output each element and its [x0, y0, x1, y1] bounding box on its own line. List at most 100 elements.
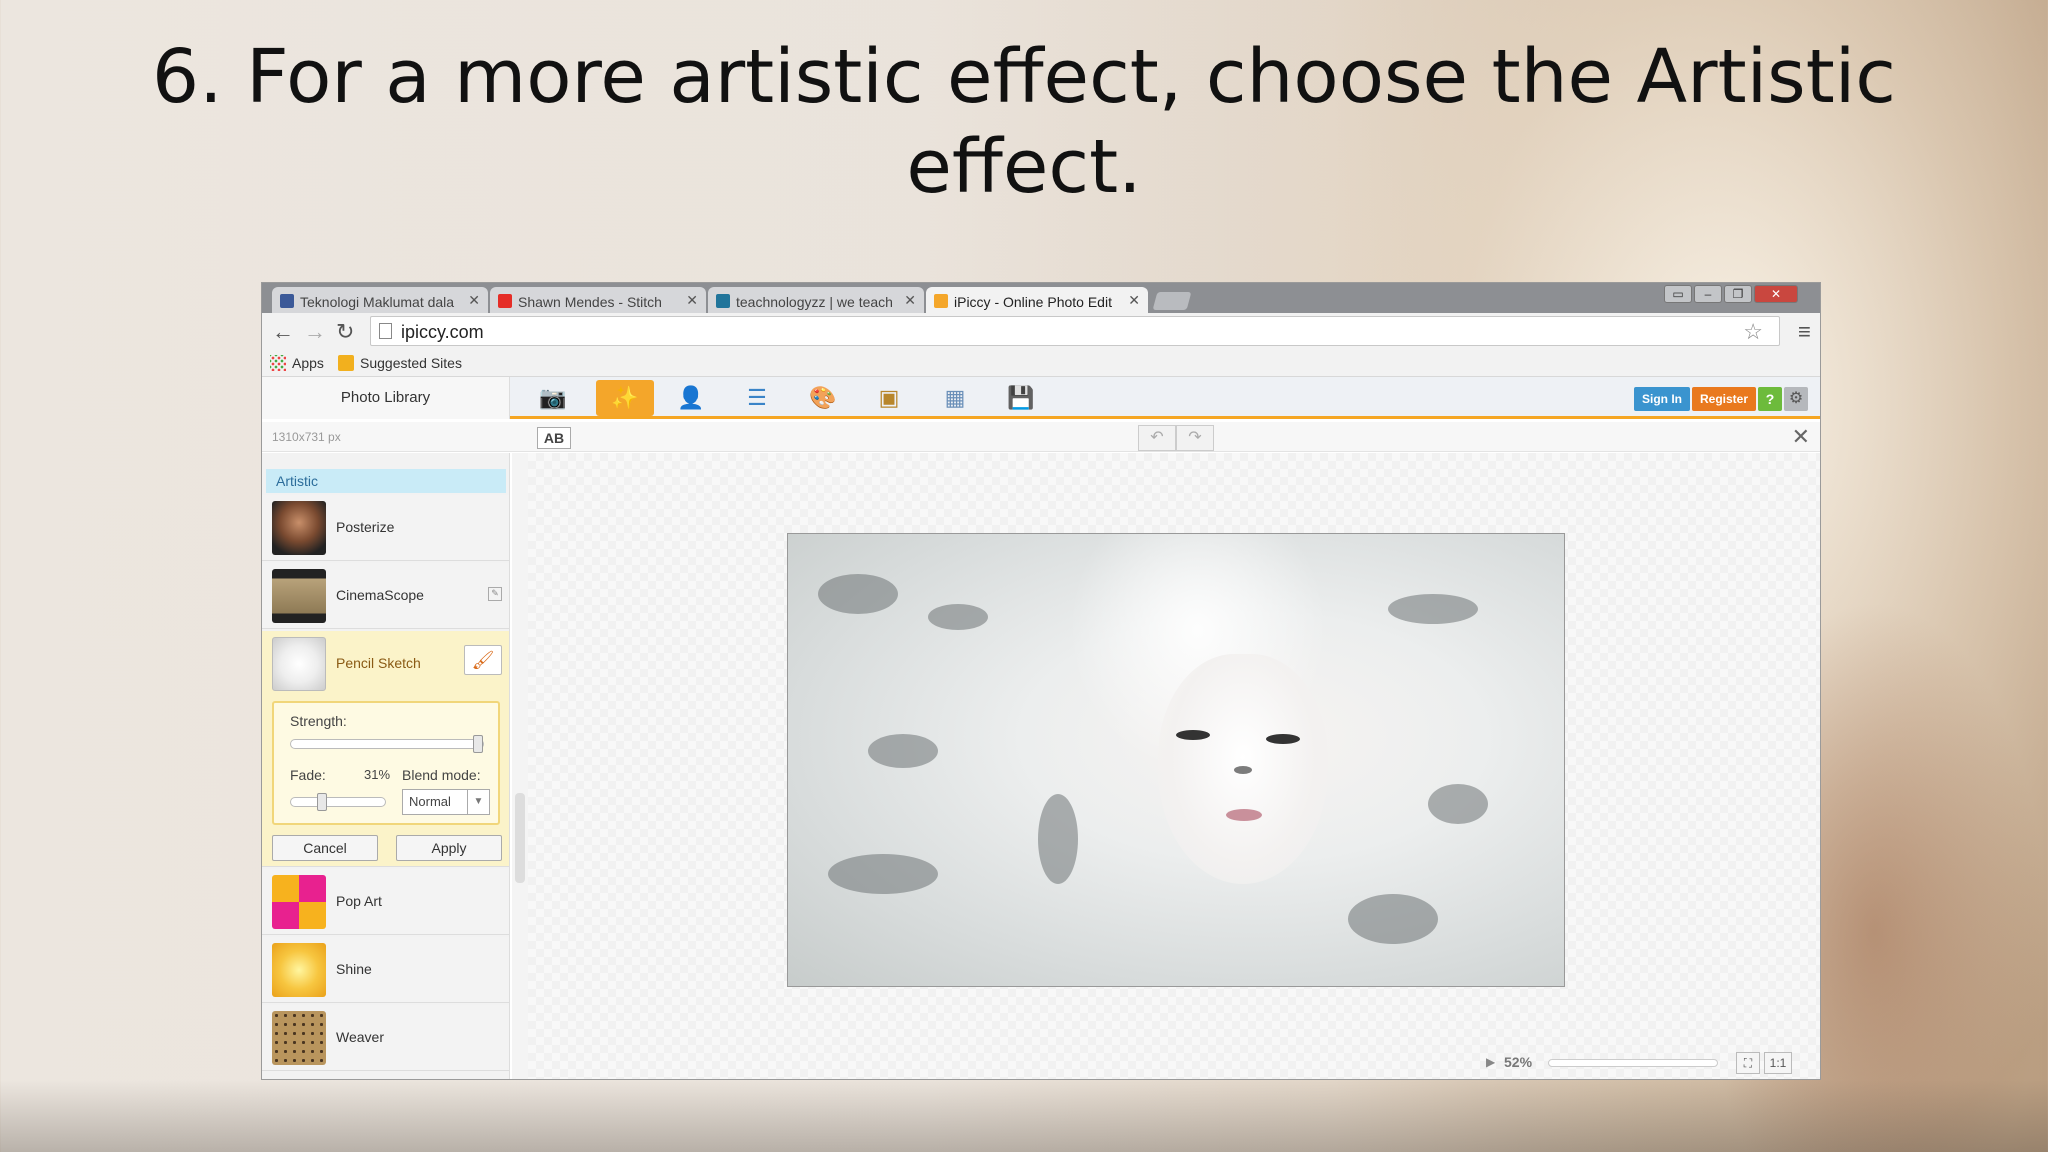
editor-subbar: 1310x731 px AB ↶ ↷ ✕: [262, 422, 1820, 452]
fade-slider-handle[interactable]: [317, 793, 328, 811]
bookmark-suggested-sites[interactable]: Suggested Sites: [338, 355, 462, 371]
frame-icon[interactable]: ▣: [860, 380, 918, 416]
tab-facebook[interactable]: Teknologi Maklumat dala ✕: [272, 287, 488, 313]
photo-nose: [1234, 766, 1252, 774]
close-tab-icon[interactable]: ✕: [468, 292, 480, 309]
zoom-bar: ▶ 52% ⛶ 1:1: [528, 1049, 1820, 1079]
redo-button[interactable]: ↷: [1176, 425, 1214, 451]
page-icon: [379, 323, 392, 339]
restore-button[interactable]: ❐: [1724, 285, 1752, 303]
effect-pencil-sketch[interactable]: Pencil Sketch 🖌 Strength: Fade: 31% Blen…: [262, 631, 509, 867]
back-arrow-icon[interactable]: ←: [272, 319, 294, 345]
strength-label: Strength:: [290, 713, 347, 729]
effects-scrollbar[interactable]: [512, 453, 528, 1079]
browser-window: Teknologi Maklumat dala ✕ Shawn Mendes -…: [262, 283, 1820, 1079]
close-window-button[interactable]: ✕: [1754, 285, 1798, 303]
register-button[interactable]: Register: [1692, 387, 1757, 411]
close-icon[interactable]: ✕: [1792, 424, 1810, 450]
menu-icon[interactable]: ≡: [1798, 319, 1811, 345]
photo-detail: [1428, 784, 1488, 824]
effect-label: Shine: [336, 961, 372, 977]
effect-pop-art[interactable]: Pop Art: [262, 869, 509, 935]
tab-wordpress[interactable]: teachnologyzz | we teach ✕: [708, 287, 924, 313]
profile-icon[interactable]: ▭: [1664, 285, 1692, 303]
effect-label: Posterize: [336, 519, 395, 535]
photo-library-button[interactable]: Photo Library: [262, 377, 510, 419]
photo-detail: [828, 854, 938, 894]
blend-mode-select[interactable]: Normal ▼: [402, 789, 490, 815]
photo-detail: [1388, 594, 1478, 624]
photo-detail: [1348, 894, 1438, 944]
edited-photo[interactable]: [787, 533, 1565, 987]
tab-youtube[interactable]: Shawn Mendes - Stitch ✕: [490, 287, 706, 313]
bing-icon: [338, 355, 354, 371]
edit-icon[interactable]: ✎: [488, 587, 502, 601]
settings-gear-icon[interactable]: ⚙: [1784, 387, 1808, 411]
apply-button[interactable]: Apply: [396, 835, 502, 861]
close-tab-icon[interactable]: ✕: [1128, 292, 1140, 309]
background-bottom-shade: [0, 1080, 2048, 1152]
texture-icon[interactable]: ▦: [926, 380, 984, 416]
sign-in-button[interactable]: Sign In: [1634, 387, 1690, 411]
help-button[interactable]: ?: [1758, 387, 1782, 411]
zoom-value: 52%: [1504, 1054, 1533, 1070]
cancel-button[interactable]: Cancel: [272, 835, 378, 861]
magic-wand-icon[interactable]: ✨: [596, 380, 654, 416]
strength-slider[interactable]: [290, 735, 484, 753]
effect-label: Weaver: [336, 1029, 384, 1045]
image-dimensions: 1310x731 px: [272, 430, 341, 444]
canvas-area: ▶ 52% ⛶ 1:1: [528, 453, 1820, 1079]
pencil-sketch-thumbnail: [272, 637, 326, 691]
section-artistic[interactable]: Artistic: [266, 469, 506, 493]
play-icon[interactable]: ▶: [1486, 1055, 1495, 1069]
strength-slider-handle[interactable]: [473, 735, 483, 753]
tab-strip: Teknologi Maklumat dala ✕ Shawn Mendes -…: [262, 283, 1820, 313]
effects-panel: Artistic Posterize CinemaScope ✎ Pencil …: [262, 453, 510, 1079]
compare-ab-button[interactable]: AB: [537, 427, 571, 449]
layers-icon[interactable]: ☰: [728, 380, 786, 416]
bookmark-apps[interactable]: Apps: [270, 355, 324, 371]
slide-title-line1: 6. For a more artistic effect, choose th…: [152, 34, 1896, 120]
reload-icon[interactable]: ↻: [336, 319, 354, 345]
close-tab-icon[interactable]: ✕: [686, 292, 698, 309]
effect-shine[interactable]: Shine: [262, 937, 509, 1003]
bookmark-star-icon[interactable]: ☆: [1743, 319, 1763, 345]
fade-value: 31%: [364, 767, 391, 782]
weaver-thumbnail: [272, 1011, 326, 1065]
youtube-icon: [498, 294, 512, 308]
chevron-down-icon[interactable]: ▼: [467, 790, 489, 814]
photo-detail: [1038, 794, 1078, 884]
fade-slider[interactable]: [290, 793, 386, 811]
fit-to-screen-icon[interactable]: ⛶: [1736, 1052, 1760, 1074]
address-bar[interactable]: ipiccy.com ☆: [370, 316, 1780, 346]
bookmarks-bar: Apps Suggested Sites: [262, 349, 1820, 377]
zoom-slider[interactable]: [1548, 1059, 1718, 1067]
forward-arrow-icon[interactable]: →: [304, 319, 326, 345]
minimize-button[interactable]: –: [1694, 285, 1722, 303]
effect-cinemascope[interactable]: CinemaScope ✎: [262, 563, 509, 629]
new-tab-button[interactable]: [1152, 292, 1192, 310]
fade-label: Fade:: [290, 767, 326, 783]
facebook-icon: [280, 294, 294, 308]
photo-detail: [818, 574, 898, 614]
effect-label: Pencil Sketch: [336, 655, 421, 671]
tab-ipiccy[interactable]: iPiccy - Online Photo Edit ✕: [926, 287, 1148, 313]
bookmark-label: Apps: [292, 355, 324, 371]
brush-icon[interactable]: 🖌: [464, 645, 502, 675]
photo-eye-left: [1176, 730, 1210, 740]
actual-size-button[interactable]: 1:1: [1764, 1052, 1792, 1074]
effect-posterize[interactable]: Posterize: [262, 495, 509, 561]
apps-grid-icon: [270, 355, 286, 371]
pop-art-thumbnail: [272, 875, 326, 929]
browser-toolbar: ← → ↻ ipiccy.com ☆ ≡: [262, 313, 1820, 349]
portrait-icon[interactable]: 👤: [662, 380, 720, 416]
camera-icon[interactable]: 📷: [524, 380, 582, 416]
art-palette-icon[interactable]: 🎨: [794, 380, 852, 416]
bookmark-label: Suggested Sites: [360, 355, 462, 371]
close-tab-icon[interactable]: ✕: [904, 292, 916, 309]
scrollbar-thumb[interactable]: [515, 793, 525, 883]
effect-weaver[interactable]: Weaver: [262, 1005, 509, 1071]
undo-button[interactable]: ↶: [1138, 425, 1176, 451]
url-text: ipiccy.com: [401, 322, 484, 342]
save-icon[interactable]: 💾: [992, 380, 1050, 416]
